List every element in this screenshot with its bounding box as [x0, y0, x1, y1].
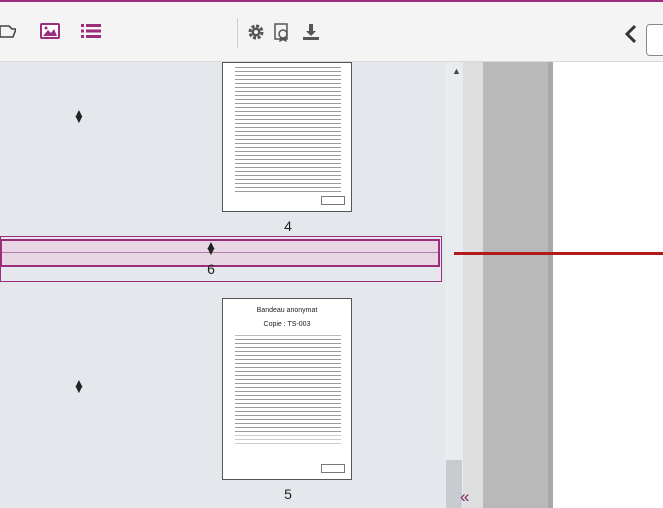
reorder-handle-icon[interactable]: ▲ ▼ — [73, 107, 85, 125]
page-number: 5 — [284, 486, 292, 502]
download-icon[interactable] — [300, 21, 322, 43]
scroll-up-icon[interactable]: ▲ — [452, 66, 461, 76]
page-number: 4 — [284, 218, 292, 234]
collapse-panel-icon[interactable]: « — [460, 488, 469, 505]
toolbar — [0, 0, 663, 62]
insertion-line-extension — [454, 252, 663, 255]
image-icon[interactable] — [38, 20, 62, 42]
page-stamp — [321, 464, 345, 473]
certificate-icon[interactable] — [271, 21, 293, 43]
gear-icon[interactable] — [246, 22, 266, 42]
scrollbar[interactable] — [445, 62, 463, 508]
panel-gutter — [463, 62, 483, 508]
drop-position-label: 6 — [207, 261, 215, 277]
drop-zone-divider — [2, 252, 438, 253]
page-number-input[interactable] — [646, 24, 663, 56]
list-icon[interactable] — [80, 20, 102, 42]
toolbar-separator — [237, 18, 238, 48]
anonymity-banner-copy: Copie : TS-003 — [263, 321, 311, 328]
reorder-handle-icon[interactable]: ▲ ▼ — [73, 377, 85, 395]
page-thumbnail[interactable]: Bandeau anonymat Copie : TS-003 — [222, 298, 352, 480]
document-page — [553, 62, 663, 508]
viewer-margin — [483, 62, 553, 508]
anonymity-banner-title: Bandeau anonymat — [256, 307, 318, 314]
reorder-handle-icon[interactable]: ▲ ▼ — [205, 239, 217, 257]
open-file-icon[interactable] — [0, 20, 16, 42]
page-stamp — [321, 196, 345, 205]
page-thumbnail[interactable] — [222, 62, 352, 212]
chevron-left-icon[interactable] — [624, 24, 638, 48]
